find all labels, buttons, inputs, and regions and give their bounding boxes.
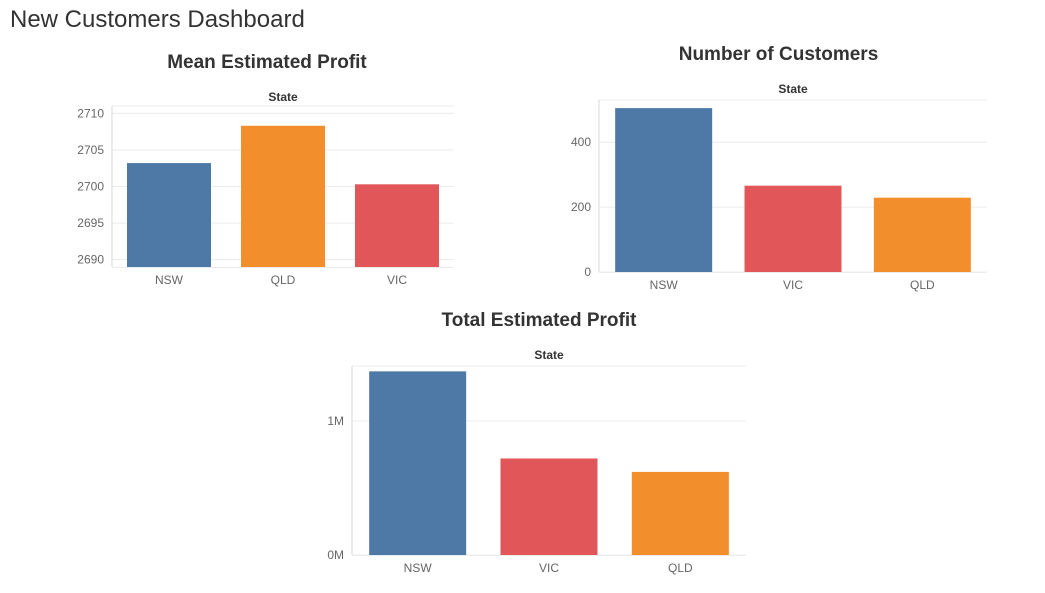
- chart-total-profit: State 0M 1M NSW VIC QLD: [327, 348, 746, 575]
- y-tick-label: 2695: [77, 216, 104, 230]
- column-header-state: State: [268, 90, 298, 104]
- chart-title-number-of-customers: Number of Customers: [678, 44, 879, 65]
- category-label-nsw: NSW: [404, 561, 433, 575]
- y-tick-label: 400: [571, 135, 591, 149]
- column-header-state: State: [778, 82, 808, 96]
- y-tick-label: 2705: [77, 143, 104, 157]
- dashboard-title: New Customers Dashboard: [10, 6, 305, 33]
- y-tick-label: 1M: [327, 414, 344, 428]
- bar-qld[interactable]: [873, 197, 971, 272]
- bar-vic[interactable]: [355, 184, 439, 267]
- category-label-vic: VIC: [387, 273, 407, 287]
- y-tick-label: 200: [571, 200, 591, 214]
- category-label-qld: QLD: [668, 561, 693, 575]
- category-label-vic: VIC: [539, 561, 559, 575]
- chart-title-total-profit: Total Estimated Profit: [441, 310, 637, 331]
- y-tick-label: 2700: [77, 180, 104, 194]
- bar-qld[interactable]: [631, 471, 729, 555]
- category-label-qld: QLD: [910, 278, 935, 292]
- category-label-vic: VIC: [783, 278, 803, 292]
- bar-qld[interactable]: [241, 125, 325, 267]
- category-label-qld: QLD: [271, 273, 296, 287]
- y-tick-label: 2710: [77, 106, 104, 120]
- bar-nsw[interactable]: [369, 371, 467, 555]
- bar-vic[interactable]: [744, 185, 842, 272]
- chart-number-of-customers: State 0 200 400 NSW VIC QLD: [571, 82, 987, 292]
- chart-mean-profit: State 2690 2695 2700 2705 2710 NSW QLD VIC: [77, 90, 454, 287]
- column-header-state: State: [534, 348, 564, 362]
- bar-nsw[interactable]: [615, 108, 713, 272]
- chart-title-mean-profit: Mean Estimated Profit: [167, 52, 367, 73]
- y-tick-label: 0: [584, 265, 591, 279]
- y-tick-label: 0M: [327, 548, 344, 562]
- y-tick-label: 2690: [77, 253, 104, 267]
- category-label-nsw: NSW: [155, 273, 184, 287]
- category-label-nsw: NSW: [650, 278, 679, 292]
- bar-nsw[interactable]: [127, 163, 211, 267]
- bar-vic[interactable]: [500, 458, 598, 555]
